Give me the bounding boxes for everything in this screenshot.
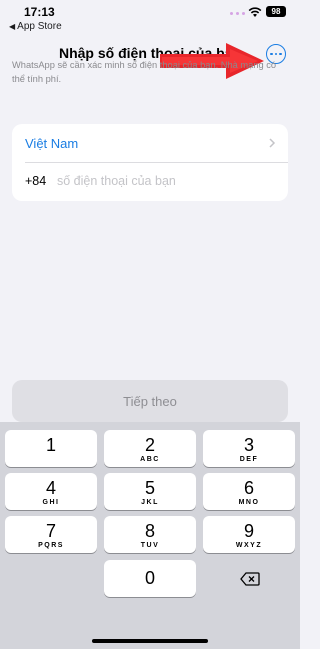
country-code: +84: [25, 174, 47, 188]
key-9[interactable]: 9 WXYZ: [203, 516, 295, 553]
status-bar: 17:13 ◀ App Store 98: [0, 0, 300, 44]
key-6[interactable]: 6 MNO: [203, 473, 295, 510]
country-selector[interactable]: Việt Nam: [12, 124, 288, 162]
phone-number-input[interactable]: [57, 170, 272, 192]
next-button[interactable]: Tiếp theo: [12, 380, 288, 422]
key-3[interactable]: 3 DEF: [203, 430, 295, 467]
key-1[interactable]: 1: [5, 430, 97, 467]
country-label: Việt Nam: [25, 136, 79, 151]
key-8[interactable]: 8 TUV: [104, 516, 196, 553]
back-app-label: App Store: [17, 21, 62, 32]
home-indicator: [92, 639, 208, 643]
key-4[interactable]: 4 GHI: [5, 473, 97, 510]
verification-description: WhatsApp sẽ cần xác minh số điện thoại c…: [12, 60, 277, 84]
key-5[interactable]: 5 JKL: [104, 473, 196, 510]
key-7[interactable]: 7 PQRS: [5, 516, 97, 553]
key-0[interactable]: 0: [104, 560, 196, 597]
back-triangle-icon: ◀: [9, 22, 16, 31]
back-to-app-store-link[interactable]: ◀ App Store: [9, 21, 62, 32]
wifi-icon: [248, 7, 262, 17]
backspace-icon: [240, 571, 260, 586]
chevron-right-icon: [269, 138, 276, 148]
status-time: 17:13: [24, 5, 55, 19]
form-divider: [25, 162, 288, 163]
key-2[interactable]: 2 ABC: [104, 430, 196, 467]
numeric-keypad: 1 2 ABC 3 DEF 4 GHI 5 JKL 6 MNO 7 PQRS 8 TUV 9W…: [0, 422, 300, 649]
privacy-dots-indicator: [230, 12, 245, 15]
delete-key[interactable]: [205, 560, 295, 597]
battery-indicator: 98: [266, 6, 286, 17]
phone-form-card: Việt Nam +84: [12, 124, 288, 201]
